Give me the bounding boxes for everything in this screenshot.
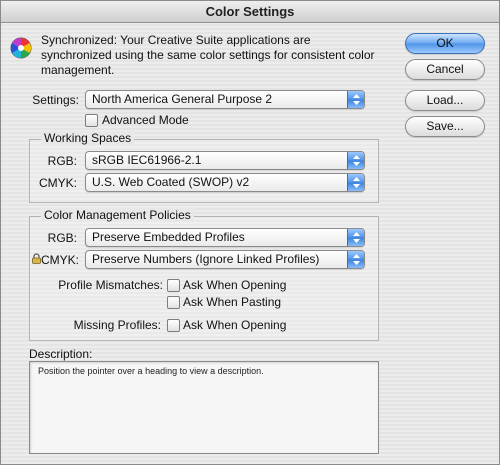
- policy-cmyk-value: Preserve Numbers (Ignore Linked Profiles…: [92, 252, 320, 266]
- popup-arrows-icon: [347, 229, 364, 246]
- policies-title: Color Management Policies: [41, 208, 194, 222]
- ws-cmyk-value: U.S. Web Coated (SWOP) v2: [92, 175, 250, 189]
- missing-profiles-label: Missing Profiles:: [73, 318, 161, 332]
- settings-label: Settings:: [32, 93, 79, 107]
- ws-rgb-select[interactable]: sRGB IEC61966-2.1: [85, 151, 365, 170]
- policy-rgb-select[interactable]: Preserve Embedded Profiles: [85, 228, 365, 247]
- mismatch-ask-pasting-checkbox[interactable]: [167, 296, 180, 309]
- mismatch-ask-opening-label: Ask When Opening: [183, 278, 287, 292]
- ws-rgb-label: RGB:: [47, 154, 77, 168]
- sync-message: Synchronized: Your Creative Suite applic…: [41, 33, 375, 77]
- popup-arrows-icon: [347, 91, 364, 108]
- working-spaces-group: [29, 139, 379, 203]
- popup-arrows-icon: [347, 174, 364, 191]
- load-button[interactable]: Load...: [405, 90, 485, 111]
- mismatch-ask-opening-checkbox[interactable]: [167, 279, 180, 292]
- popup-arrows-icon: [347, 251, 364, 268]
- settings-select[interactable]: North America General Purpose 2: [85, 90, 365, 109]
- ws-rgb-value: sRGB IEC61966-2.1: [92, 153, 202, 167]
- description-box: Position the pointer over a heading to v…: [29, 361, 379, 454]
- color-wheel-icon: [10, 37, 32, 59]
- settings-value: North America General Purpose 2: [92, 92, 273, 106]
- missing-ask-opening-label: Ask When Opening: [183, 318, 287, 332]
- description-label: Description:: [29, 347, 93, 361]
- profile-mismatches-label: Profile Mismatches:: [58, 278, 163, 292]
- advanced-mode-label: Advanced Mode: [102, 113, 189, 127]
- policy-cmyk-select[interactable]: Preserve Numbers (Ignore Linked Profiles…: [85, 250, 365, 269]
- policy-cmyk-label: CMYK:: [41, 253, 80, 267]
- mismatch-ask-pasting-label: Ask When Pasting: [183, 295, 282, 309]
- ok-button[interactable]: OK: [405, 33, 485, 54]
- lock-icon: [32, 253, 41, 264]
- window-title: Color Settings: [1, 1, 499, 23]
- color-settings-dialog: Color Settings Synchronized: Your Creati…: [0, 0, 500, 465]
- ws-cmyk-label: CMYK:: [38, 176, 77, 190]
- description-text: Position the pointer over a heading to v…: [38, 366, 264, 376]
- save-button[interactable]: Save...: [405, 116, 485, 137]
- working-spaces-title: Working Spaces: [41, 131, 135, 145]
- policy-rgb-value: Preserve Embedded Profiles: [92, 230, 245, 244]
- advanced-mode-checkbox[interactable]: [85, 114, 98, 127]
- missing-ask-opening-checkbox[interactable]: [167, 319, 180, 332]
- policy-rgb-label: RGB:: [47, 231, 77, 245]
- ws-cmyk-select[interactable]: U.S. Web Coated (SWOP) v2: [85, 173, 365, 192]
- cancel-button[interactable]: Cancel: [405, 59, 485, 80]
- popup-arrows-icon: [347, 152, 364, 169]
